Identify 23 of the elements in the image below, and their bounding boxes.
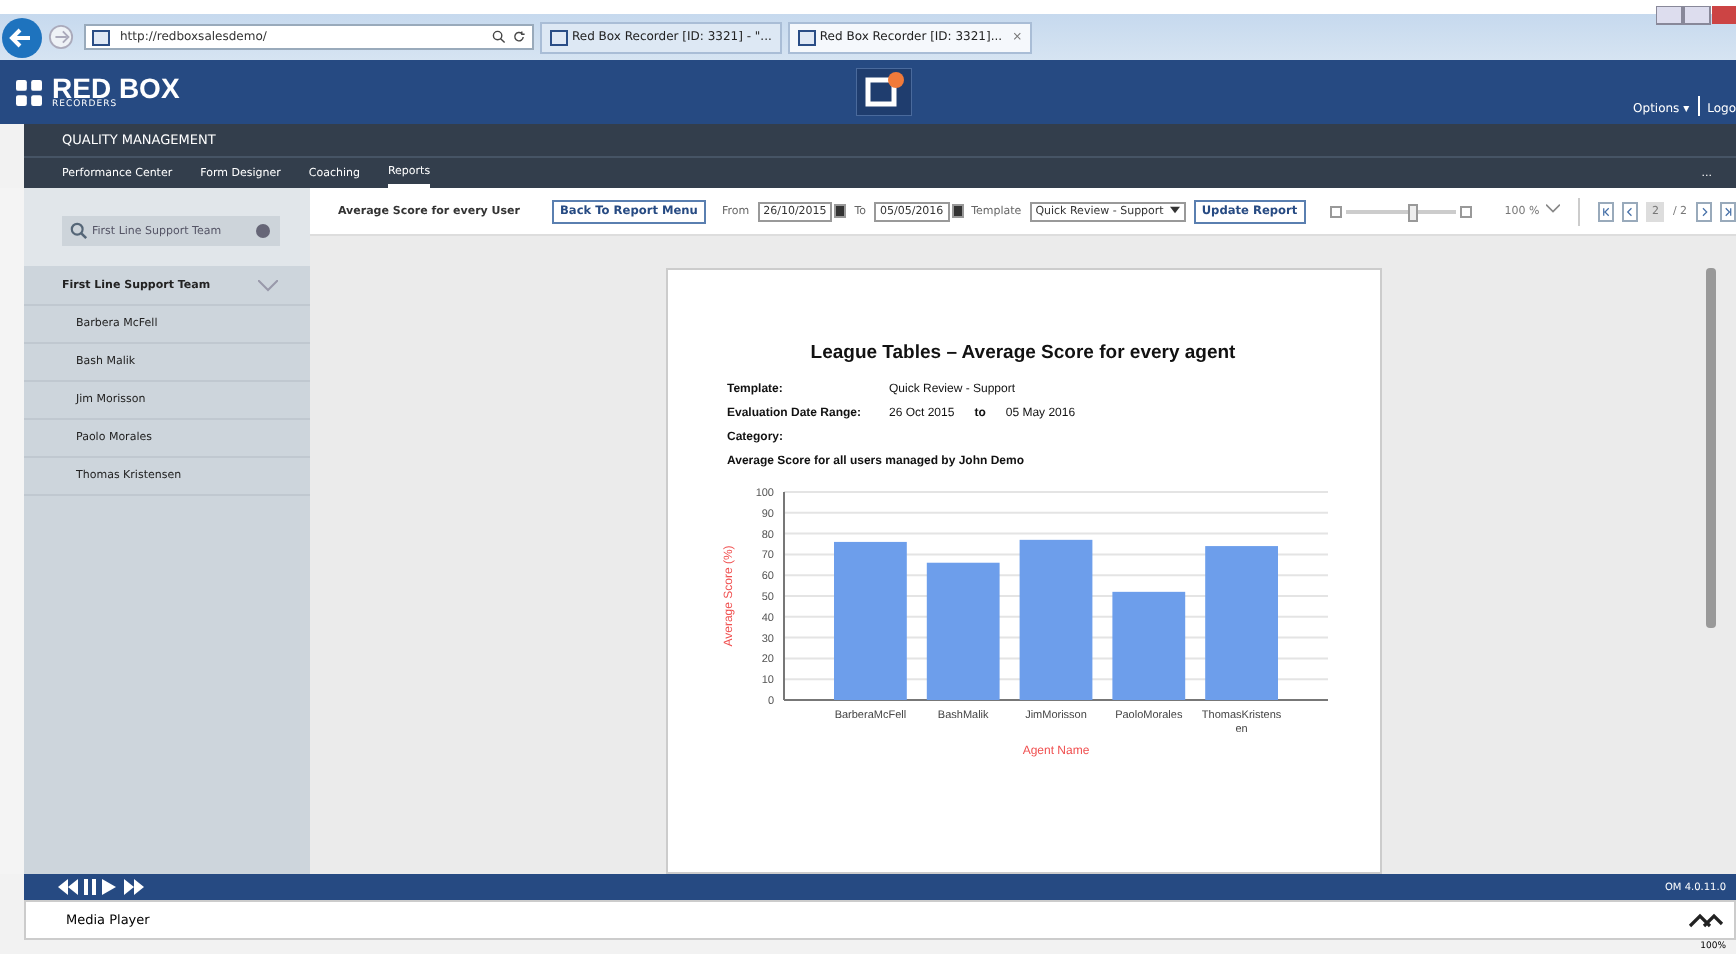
- back-icon[interactable]: [2, 17, 42, 57]
- first-page-button[interactable]: [1597, 201, 1614, 221]
- window-controls-icon[interactable]: [1656, 6, 1736, 26]
- notification-icon[interactable]: [856, 68, 912, 116]
- calendar-icon[interactable]: [951, 204, 964, 218]
- scrollbar-thumb[interactable]: [1706, 268, 1716, 628]
- refresh-icon[interactable]: [512, 30, 526, 44]
- chevron-icon: [1545, 204, 1560, 214]
- chevron-icon: [258, 279, 278, 291]
- collapse-icon[interactable]: [1688, 912, 1724, 928]
- caret-icon: [1169, 205, 1180, 213]
- logo-text: RED BOX: [52, 73, 180, 102]
- previous-page-button[interactable]: [1621, 201, 1638, 221]
- calendar-icon[interactable]: [834, 204, 847, 218]
- search-icon[interactable]: [492, 30, 506, 44]
- search-icon: [70, 222, 88, 240]
- report-heading: League Tables – Average Score for every agent: [808, 342, 1238, 364]
- last-page-button[interactable]: [1719, 201, 1736, 221]
- next-page-button[interactable]: [1695, 201, 1712, 221]
- slider-thumb[interactable]: [1407, 203, 1418, 221]
- logo-icon: [16, 79, 42, 105]
- zoom-slider[interactable]: [1329, 205, 1473, 217]
- clear-icon[interactable]: [256, 224, 270, 238]
